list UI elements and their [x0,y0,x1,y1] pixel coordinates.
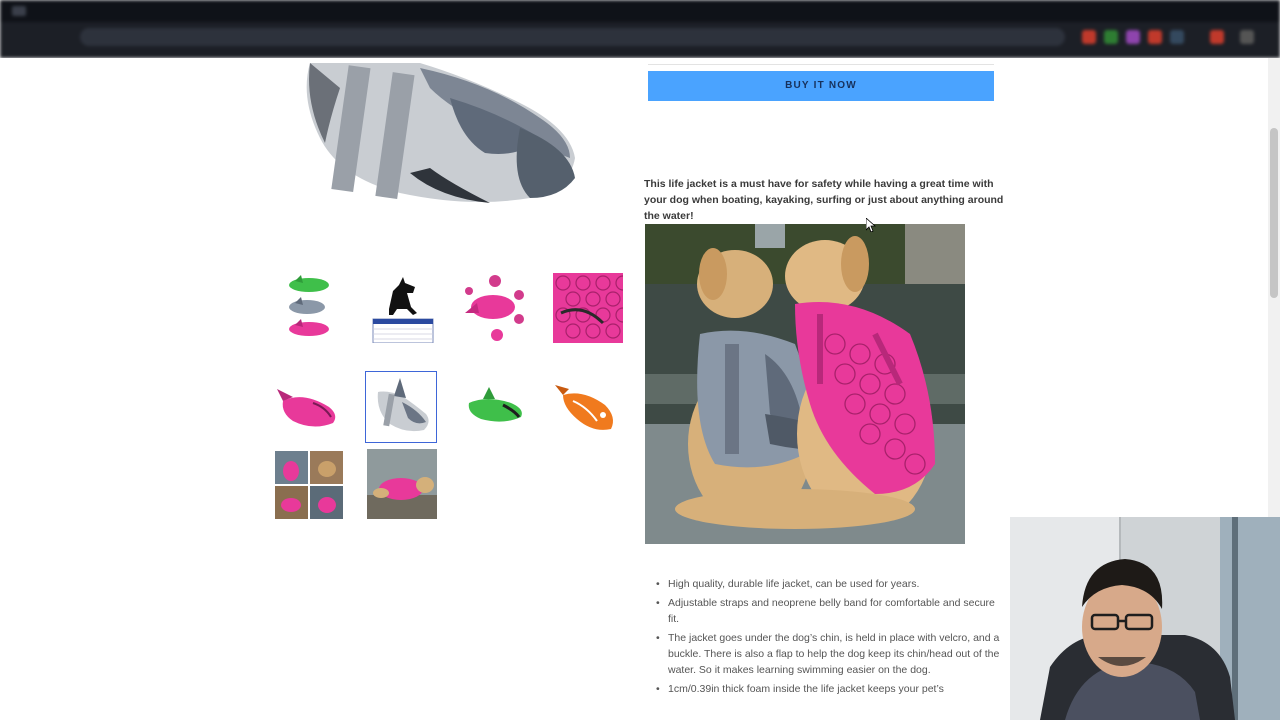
extension-icon[interactable] [1210,30,1224,44]
webcam-overlay [1010,517,1280,720]
scrollbar-thumb[interactable] [1270,128,1278,298]
tab-strip [0,0,1280,22]
main-product-image[interactable] [270,58,620,218]
thumb-dog-lying-pink[interactable] [366,448,438,520]
list-item: 1cm/0.39in thick foam inside the life ja… [656,681,1006,697]
product-lead-text: This life jacket is a must have for safe… [644,178,1004,222]
extension-icon[interactable] [1126,30,1140,44]
thumb-dogs-collage[interactable] [272,448,344,520]
thumb-green-jacket[interactable] [458,370,530,442]
browser-chrome [0,0,1280,58]
divider [648,64,994,65]
extension-icon[interactable] [1104,30,1118,44]
extension-icon[interactable] [1148,30,1162,44]
mouse-cursor-icon [866,218,876,232]
thumb-size-chart[interactable] [366,272,438,344]
extension-icon[interactable] [1170,30,1184,44]
list-item: High quality, durable life jacket, can b… [656,576,1006,592]
list-item: Adjustable straps and neoprene belly ban… [656,595,1006,627]
thumb-pink-fabric[interactable] [552,272,624,344]
dogs-wearing-jackets-photo [645,224,965,544]
thumb-pink-features[interactable] [458,272,530,344]
extension-icon[interactable] [1082,30,1096,44]
browser-menu-icon[interactable] [12,6,26,16]
browser-menu-icon[interactable] [1240,30,1254,44]
thumb-grey-shark-jacket[interactable] [365,371,437,443]
feature-list: High quality, durable life jacket, can b… [656,576,1006,700]
thumb-pink-jacket[interactable] [272,370,344,442]
address-bar[interactable] [80,28,1065,46]
thumb-orange-fish-jacket[interactable] [552,370,624,442]
thumb-color-variants[interactable] [272,272,344,344]
list-item: The jacket goes under the dog’s chin, is… [656,630,1006,678]
buy-it-now-button[interactable]: BUY IT NOW [648,71,994,101]
